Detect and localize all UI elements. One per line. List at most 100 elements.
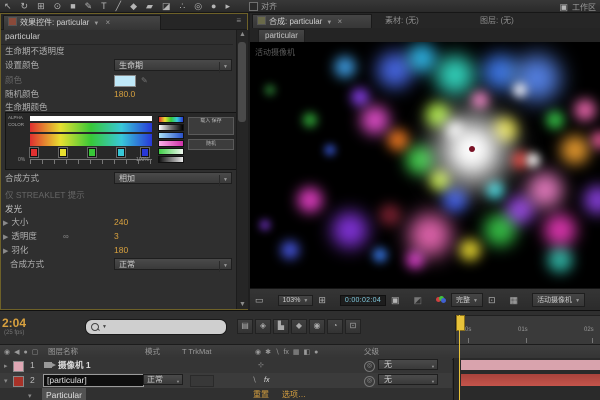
- glow-transfer-dropdown[interactable]: 正常: [114, 258, 232, 272]
- search-options-arrow-icon[interactable]: ▼: [102, 324, 107, 330]
- gradient-stop[interactable]: [141, 148, 150, 157]
- twirl-icon[interactable]: ▸: [4, 363, 8, 370]
- particular-layer-bar[interactable]: [461, 374, 600, 386]
- show-snapshot-icon[interactable]: ◩: [414, 294, 423, 306]
- tab-menu-arrow-icon[interactable]: ▼: [326, 20, 332, 26]
- composition-viewer[interactable]: 活动摄像机: [250, 42, 600, 288]
- rotate-tool-icon[interactable]: ↻: [21, 1, 29, 11]
- eyedropper-icon[interactable]: ✎: [141, 74, 148, 87]
- effect-row-particular[interactable]: ▾ Particular 重置 选项…: [0, 388, 452, 400]
- tab-menu-arrow-icon[interactable]: ▼: [93, 21, 99, 27]
- trkmat-dropdown[interactable]: [190, 375, 214, 387]
- fx-scrollbar-thumb[interactable]: [238, 42, 246, 122]
- frame-blend-icon[interactable]: ◆: [291, 319, 307, 334]
- gradient-stop[interactable]: [59, 148, 67, 157]
- switch-dash-icon[interactable]: ⊹: [258, 359, 264, 373]
- glow-opacity-value[interactable]: 3: [114, 230, 119, 243]
- twirl-icon[interactable]: ▾: [28, 393, 32, 400]
- eye-icon[interactable]: ◉: [4, 349, 10, 356]
- gradient-preset[interactable]: [158, 148, 184, 155]
- current-time-indicator-handle[interactable]: [456, 315, 465, 331]
- gradient-preset[interactable]: [158, 124, 184, 131]
- panel-menu-icon[interactable]: ≡: [236, 16, 241, 25]
- target-region-icon[interactable]: ⊡: [488, 294, 496, 306]
- row-glow-header[interactable]: 发光: [1, 203, 233, 216]
- draft3d-icon[interactable]: ◈: [255, 319, 271, 334]
- pickwhip-icon[interactable]: ◎: [364, 376, 375, 387]
- solo-icon[interactable]: ●: [24, 349, 28, 356]
- transfer-mode-dropdown[interactable]: 相加: [114, 172, 232, 186]
- glow-size-value[interactable]: 240: [114, 216, 128, 229]
- parent-dropdown[interactable]: 无: [378, 359, 438, 372]
- layer-row-particular[interactable]: ▾ 2 [particular] 正常 ∖ fx ◎ 无: [0, 373, 452, 389]
- mask-tool-icon[interactable]: ◆: [130, 1, 137, 11]
- hide-shy-icon[interactable]: ▙: [273, 319, 289, 334]
- quality-icon[interactable]: ∖: [275, 349, 279, 356]
- graph-editor-icon[interactable]: ⊡: [345, 319, 361, 334]
- brush-tool-icon[interactable]: ▰: [146, 1, 153, 11]
- column-parent[interactable]: 父级: [364, 345, 379, 358]
- grid-guides-icon[interactable]: ▦: [510, 294, 519, 306]
- layer-name-edit-field[interactable]: [particular]: [43, 374, 144, 387]
- play-icon[interactable]: ▸: [225, 1, 230, 11]
- effect-options-link[interactable]: 选项…: [282, 388, 306, 400]
- blend-mode-dropdown[interactable]: 正常: [143, 374, 183, 387]
- twirl-icon[interactable]: ▾: [4, 378, 8, 385]
- scroll-up-icon[interactable]: ▲: [237, 31, 248, 38]
- camera-view-dropdown[interactable]: 活动摄像机 ▼: [532, 293, 586, 307]
- gradient-stop[interactable]: [30, 148, 38, 157]
- gradient-preset[interactable]: [158, 140, 184, 147]
- audio-icon[interactable]: ◀: [14, 349, 19, 356]
- column-mode[interactable]: 模式: [145, 345, 160, 358]
- zoom-level-dropdown[interactable]: 103% ▼: [277, 294, 314, 306]
- timeline-timecode[interactable]: 2:04: [2, 316, 26, 330]
- composition-tab[interactable]: 合成: particular ▼ ×: [252, 14, 372, 29]
- fx-icon[interactable]: fx: [283, 349, 288, 356]
- effect-name[interactable]: Particular: [42, 388, 86, 400]
- shy-icon[interactable]: ◉: [255, 349, 261, 356]
- pen-tool-icon[interactable]: ✎: [85, 1, 93, 11]
- region-of-interest-icon[interactable]: ▭: [255, 294, 264, 306]
- zoom-tool-icon[interactable]: ⊙: [54, 1, 62, 11]
- layer-row-camera[interactable]: ▸ 1 摄像机 1 ⊹ ◎ 无: [0, 358, 452, 374]
- clone-tool-icon[interactable]: ◪: [162, 1, 171, 11]
- color-gradient-bar-large[interactable]: [30, 134, 152, 146]
- gradient-random-button[interactable]: 随机: [188, 139, 234, 150]
- 3d-icon[interactable]: ●: [314, 349, 318, 356]
- collapse-icon[interactable]: ✱: [265, 349, 271, 356]
- color-swatch[interactable]: [114, 75, 136, 87]
- color-gradient-bar[interactable]: [30, 123, 152, 132]
- effect-controls-tab[interactable]: 效果控件: particular ▼ ×: [3, 15, 161, 30]
- effect-reset-link[interactable]: 重置: [253, 388, 269, 400]
- brainstorm-icon[interactable]: ◔: [327, 319, 343, 334]
- timeline-track-area[interactable]: [453, 358, 600, 400]
- set-color-dropdown[interactable]: 生命期: [114, 59, 232, 73]
- gradient-stop[interactable]: [88, 148, 96, 157]
- pickwhip-icon[interactable]: ◎: [364, 361, 375, 372]
- gradient-preset[interactable]: [158, 132, 184, 139]
- gradient-preset-save-button[interactable]: 载入 保存: [188, 117, 234, 135]
- gradient-preset[interactable]: [158, 116, 184, 123]
- resolution-dropdown[interactable]: 完整 ▼: [451, 293, 483, 307]
- switch-fx-icon[interactable]: fx: [264, 374, 269, 388]
- align-checkbox[interactable]: [249, 1, 259, 11]
- timeline-search-input[interactable]: ▼: [85, 319, 227, 335]
- shape-tool-icon[interactable]: ■: [70, 1, 75, 11]
- comp-timecode[interactable]: 0:00:02:04: [339, 294, 387, 306]
- show-channel-icon[interactable]: [436, 296, 447, 304]
- frame-blend-col-icon[interactable]: ▦: [293, 349, 300, 356]
- gradient-stop[interactable]: [117, 148, 125, 157]
- switch-quality-icon[interactable]: ∖: [252, 374, 256, 388]
- comp-tab-inactive[interactable]: 素材: (无): [385, 15, 419, 27]
- random-color-value[interactable]: 180.0: [114, 88, 135, 101]
- motion-blur-col-icon[interactable]: ◧: [304, 349, 311, 356]
- workspace-selector[interactable]: ▣ 工作区: [559, 1, 596, 13]
- row-opacity-over-life[interactable]: 生命期不透明度: [1, 45, 233, 58]
- time-ruler[interactable]: :00s 01s 02s: [455, 315, 600, 346]
- snapshot-camera-icon[interactable]: ▣: [391, 294, 400, 306]
- snap-icon[interactable]: ◎: [194, 1, 202, 11]
- alpha-gradient-bar[interactable]: [30, 116, 152, 121]
- tab-close-icon[interactable]: ×: [338, 17, 343, 26]
- camera-layer-bar[interactable]: [461, 360, 600, 370]
- label-color-swatch[interactable]: [13, 361, 24, 372]
